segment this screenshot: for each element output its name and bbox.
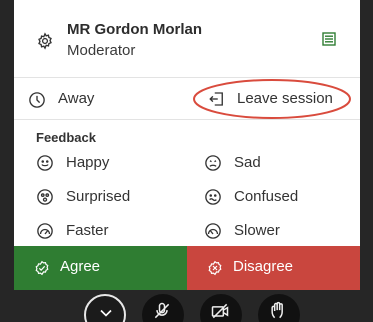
user-role: Moderator <box>67 42 136 59</box>
confused-face-icon <box>205 189 221 205</box>
faster-icon <box>37 223 53 239</box>
leave-session-label: Leave session <box>237 90 333 107</box>
feedback-sad[interactable]: Sad <box>204 150 344 176</box>
feedback-label: Sad <box>234 154 261 171</box>
feedback-slower[interactable]: Slower <box>204 218 344 244</box>
microphone-button[interactable] <box>142 294 184 322</box>
bottom-dock <box>0 290 373 322</box>
away-label: Away <box>58 90 95 107</box>
agree-button[interactable]: Agree <box>14 246 187 290</box>
feedback-label: Confused <box>234 188 299 205</box>
check-badge-icon <box>35 260 49 276</box>
list-icon[interactable] <box>322 32 336 46</box>
exit-icon <box>209 92 223 106</box>
disagree-label: Disagree <box>233 258 294 275</box>
x-badge-icon <box>208 260 222 276</box>
surprised-face-icon <box>37 189 53 205</box>
camera-muted-icon <box>211 303 229 319</box>
gear-icon[interactable] <box>36 32 54 50</box>
status-row: Away Leave session <box>14 78 360 120</box>
clock-icon <box>29 92 45 108</box>
feedback-label: Slower <box>234 222 280 239</box>
feedback-title: Feedback <box>36 130 96 145</box>
user-row: MR Gordon Morlan Moderator <box>14 0 360 78</box>
vote-row: Agree Disagree <box>14 246 360 290</box>
sad-face-icon <box>205 155 221 171</box>
microphone-muted-icon <box>154 302 170 319</box>
feedback-label: Faster <box>66 222 109 239</box>
camera-button[interactable] <box>200 294 242 322</box>
feedback-section: Feedback Happy Sad Surprised Confused Fa… <box>14 120 360 254</box>
feedback-happy[interactable]: Happy <box>36 150 176 176</box>
collapse-menu-button[interactable] <box>84 294 126 322</box>
chevron-down-icon <box>100 309 112 317</box>
away-button[interactable] <box>24 85 184 113</box>
happy-face-icon <box>37 155 53 171</box>
feedback-label: Happy <box>66 154 110 171</box>
session-menu-panel: MR Gordon Morlan Moderator Away Leave se… <box>14 0 360 290</box>
share-button[interactable] <box>258 294 300 322</box>
user-name: MR Gordon Morlan <box>67 21 202 38</box>
feedback-label: Surprised <box>66 188 131 205</box>
feedback-surprised[interactable]: Surprised <box>36 184 176 210</box>
slower-icon <box>205 223 221 239</box>
agree-label: Agree <box>60 258 101 275</box>
feedback-confused[interactable]: Confused <box>204 184 354 210</box>
disagree-button[interactable]: Disagree <box>187 246 360 290</box>
hand-raise-icon <box>271 301 283 319</box>
feedback-faster[interactable]: Faster <box>36 218 176 244</box>
